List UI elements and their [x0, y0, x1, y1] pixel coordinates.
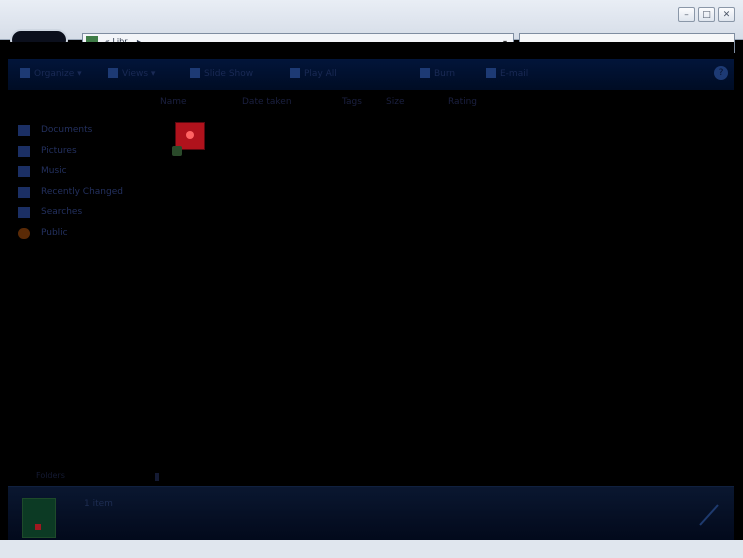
toolbar-organize[interactable]: Organize ▾ [20, 68, 82, 79]
music-icon [18, 166, 30, 177]
column-header-date[interactable]: Date taken [242, 97, 292, 107]
nav-item-documents[interactable]: Documents [18, 122, 158, 143]
folders-bar[interactable]: Folders [8, 468, 734, 486]
nav-item-label: Public [41, 227, 68, 238]
email-icon [486, 68, 496, 78]
details-pane: 1 item [8, 486, 734, 541]
toolbar-views[interactable]: Views ▾ [108, 68, 155, 79]
toolbar-email-label: E-mail [500, 69, 529, 79]
thumbnail-graphic [35, 524, 41, 530]
details-thumbnail [22, 498, 56, 538]
toolbar-burn-label: Burn [434, 69, 456, 79]
close-button[interactable]: ✕ [718, 7, 735, 22]
chevron-up-icon[interactable] [155, 473, 159, 481]
nav-item-public[interactable]: Public [18, 225, 158, 246]
toolbar-slideshow[interactable]: Slide Show [190, 68, 253, 79]
nav-item-searches[interactable]: Searches [18, 204, 158, 225]
column-header-tags[interactable]: Tags [342, 97, 362, 107]
column-header-name[interactable]: Name [160, 97, 187, 107]
toolbar-slideshow-label: Slide Show [204, 69, 254, 79]
organize-icon [20, 68, 30, 78]
file-type-icon [172, 146, 182, 156]
folders-label: Folders [36, 471, 65, 480]
nav-item-music[interactable]: Music [18, 163, 158, 184]
views-icon [108, 68, 118, 78]
toolbar-play-all[interactable]: Play All [290, 68, 337, 79]
documents-icon [18, 125, 30, 136]
window-bottom-frame [0, 540, 743, 558]
nav-item-label: Music [41, 166, 67, 176]
explorer-viewport [8, 42, 734, 539]
burn-icon [420, 68, 430, 78]
nav-item-label: Pictures [41, 145, 77, 156]
nav-item-pictures[interactable]: Pictures [18, 143, 158, 164]
navigation-pane: Documents Pictures Music Recently Change… [18, 122, 158, 245]
column-header-rating[interactable]: Rating [448, 97, 477, 107]
slideshow-icon [190, 68, 200, 78]
details-item-count: 1 item [84, 499, 113, 509]
thumbnail-graphic [186, 131, 194, 139]
nav-item-label: Recently Changed [41, 186, 123, 197]
minimize-button[interactable]: – [678, 7, 695, 22]
resize-grip-icon[interactable] [696, 499, 720, 527]
toolbar-views-label: Views ▾ [122, 69, 156, 79]
command-toolbar: Organize ▾ Views ▾ Slide Show Play All B… [8, 59, 734, 90]
pictures-icon [18, 145, 30, 157]
column-header-size[interactable]: Size [386, 97, 404, 107]
window-controls: – □ ✕ [678, 7, 735, 22]
public-icon [18, 227, 30, 239]
file-item[interactable] [172, 119, 208, 156]
toolbar-burn[interactable]: Burn [420, 68, 455, 79]
recent-icon [18, 186, 30, 198]
play-icon [290, 68, 300, 78]
toolbar-organize-label: Organize ▾ [34, 69, 82, 79]
nav-item-recently-changed[interactable]: Recently Changed [18, 184, 158, 205]
toolbar-email[interactable]: E-mail [486, 68, 528, 79]
help-icon[interactable]: ? [714, 66, 728, 80]
toolbar-play-all-label: Play All [304, 69, 337, 79]
nav-item-label: Documents [41, 125, 93, 135]
searches-icon [18, 207, 30, 218]
nav-item-label: Searches [41, 207, 83, 217]
maximize-button[interactable]: □ [698, 7, 715, 22]
